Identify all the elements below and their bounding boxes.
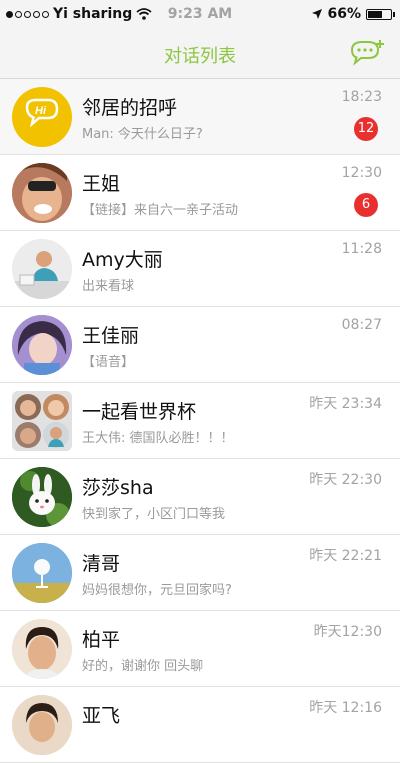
conversation-time: 11:28	[341, 241, 382, 257]
conversation-preview: 【语音】	[82, 355, 135, 370]
conversation-preview: 【链接】来自六一亲子活动	[82, 203, 239, 218]
avatar	[12, 467, 72, 527]
conversation-time: 12:30	[341, 165, 382, 181]
unread-badge: 12	[354, 117, 378, 141]
page-title: 对话列表	[164, 46, 236, 67]
conversation-preview: 出来看球	[82, 279, 135, 294]
navigation-bar: 对话列表	[0, 30, 400, 79]
conversation-row[interactable]: 柏平 好的，谢谢你 回头聊 昨天12:30	[0, 611, 400, 687]
conversation-row[interactable]: 亚飞 昨天 12:16	[0, 687, 400, 763]
battery-icon	[366, 8, 395, 20]
status-right: 66%	[312, 6, 395, 22]
conversation-row[interactable]: 王佳丽 【语音】 08:27	[0, 307, 400, 383]
svg-text:Hi: Hi	[35, 105, 47, 117]
conversation-time: 昨天 12:16	[309, 700, 382, 716]
status-bar: Yi sharing 9:23 AM 66%	[0, 0, 400, 30]
conversation-time: 昨天12:30	[313, 624, 382, 640]
conversation-preview: 好的，谢谢你 回头聊	[82, 659, 204, 674]
conversation-name: 清哥	[82, 553, 121, 575]
avatar	[12, 239, 72, 299]
group-avatar	[12, 391, 72, 451]
conversation-time: 昨天 23:34	[309, 396, 382, 412]
conversation-row[interactable]: Amy大丽 出来看球 11:28	[0, 231, 400, 307]
conversation-row[interactable]: 王姐 【链接】来自六一亲子活动 12:30 6	[0, 155, 400, 231]
conversation-name: 柏平	[82, 629, 121, 651]
conversation-name: Amy大丽	[82, 249, 163, 271]
conversation-row[interactable]: 清哥 妈妈很想你，元旦回家吗? 昨天 22:21	[0, 535, 400, 611]
unread-badge: 6	[354, 193, 378, 217]
conversation-name: 莎莎sha	[82, 477, 154, 499]
avatar	[12, 315, 72, 375]
conversation-row[interactable]: Hi 邻居的招呼 Man: 今天什么日子? 18:23 12	[0, 79, 400, 155]
add-chat-icon[interactable]	[348, 38, 386, 70]
conversation-preview: 王大伟: 德国队必胜！！！	[82, 431, 234, 446]
avatar	[12, 619, 72, 679]
conversation-row[interactable]: 一起看世界杯 王大伟: 德国队必胜！！！ 昨天 23:34	[0, 383, 400, 459]
conversation-list: Hi 邻居的招呼 Man: 今天什么日子? 18:23 12 王姐 【链接】来自…	[0, 79, 400, 763]
conversation-name: 王佳丽	[82, 325, 140, 347]
conversation-name: 亚飞	[82, 705, 121, 727]
conversation-preview: Man: 今天什么日子?	[82, 127, 203, 142]
conversation-name: 邻居的招呼	[82, 97, 178, 119]
battery-percent: 66%	[327, 6, 361, 22]
conversation-preview: 妈妈很想你，元旦回家吗?	[82, 583, 232, 598]
hi-speech-bubble-icon: Hi	[25, 98, 59, 128]
conversation-row[interactable]: 莎莎sha 快到家了，小区门口等我 昨天 22:30	[0, 459, 400, 535]
avatar	[12, 163, 72, 223]
location-arrow-icon	[312, 9, 323, 19]
conversation-time: 昨天 22:21	[309, 548, 382, 564]
avatar: Hi	[12, 87, 72, 147]
conversation-name: 王姐	[82, 173, 121, 195]
conversation-preview: 快到家了，小区门口等我	[82, 507, 226, 522]
avatar	[12, 543, 72, 603]
avatar	[12, 695, 72, 755]
conversation-time: 昨天 22:30	[309, 472, 382, 488]
conversation-time: 18:23	[341, 89, 382, 105]
conversation-name: 一起看世界杯	[82, 401, 197, 423]
conversation-time: 08:27	[341, 317, 382, 333]
